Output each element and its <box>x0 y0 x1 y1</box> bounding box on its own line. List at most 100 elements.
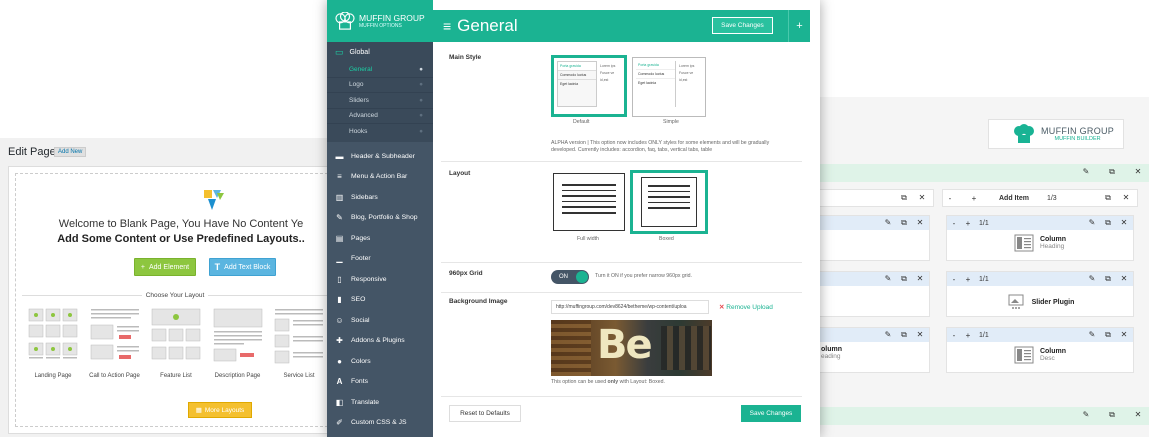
style-preview-text: Lorem ips Fusce ve id,est <box>600 64 616 82</box>
nav-social[interactable]: ☺ Social <box>327 310 433 331</box>
layout-landing-page[interactable]: Landing Page <box>26 307 80 379</box>
wrap-header: ⧉ ✕ <box>818 189 934 207</box>
nav-addons-plugins[interactable]: ✚ Addons & Plugins <box>327 331 433 352</box>
nav-colors[interactable]: ● Colors <box>327 351 433 372</box>
save-changes-bottom-button[interactable]: Save Changes <box>741 405 801 422</box>
close-icon[interactable]: ✕ <box>1131 410 1145 420</box>
nav-blog-portfolio-shop[interactable]: ✎ Blog, Portfolio & Shop <box>327 208 433 229</box>
builder-item[interactable]: ✎ ⧉ ✕ <box>818 215 930 261</box>
grid-toggle-state: ON <box>559 274 568 280</box>
clone-icon[interactable]: ⧉ <box>897 274 911 284</box>
close-icon[interactable]: ✕ <box>913 218 927 228</box>
nav-seo[interactable]: ▮ SEO <box>327 290 433 311</box>
remove-upload-button[interactable]: ✕ Remove Upload <box>719 303 773 311</box>
layout-boxed-option[interactable] <box>630 170 708 234</box>
edit-icon[interactable]: ✎ <box>881 274 895 284</box>
close-icon[interactable]: ✕ <box>1119 193 1133 203</box>
layout-description-page[interactable]: Description Page <box>211 307 265 379</box>
close-icon[interactable]: ✕ <box>915 193 929 203</box>
nav-menu-action-bar[interactable]: ≡ Menu & Action Bar <box>327 167 433 188</box>
more-layouts-button[interactable]: ▦ More Layouts <box>188 402 252 418</box>
decrease-size-button[interactable]: - <box>947 331 961 340</box>
layout-service-list[interactable]: Service List <box>272 307 326 379</box>
clone-icon[interactable]: ⧉ <box>897 193 911 203</box>
clone-icon[interactable]: ⧉ <box>1101 330 1115 340</box>
close-icon[interactable]: ✕ <box>913 274 927 284</box>
nav-sidebars[interactable]: ▥ Sidebars <box>327 187 433 208</box>
nav-sub-hooks[interactable]: Hooks ● <box>327 124 433 140</box>
edit-icon[interactable]: ✎ <box>1079 410 1093 420</box>
nav-custom-css-js[interactable]: ✐ Custom CSS & JS <box>327 413 433 434</box>
builder-item[interactable]: - + 1/1 ✎ ⧉ ✕ Column Desc <box>946 327 1134 373</box>
close-icon[interactable]: ✕ <box>1117 218 1131 228</box>
clone-icon[interactable]: ⧉ <box>1105 410 1119 420</box>
clone-icon[interactable]: ⧉ <box>897 330 911 340</box>
builder-item[interactable]: - + 1/1 ✎ ⧉ ✕ Column Heading <box>946 215 1134 261</box>
add-new-button[interactable]: Add New <box>54 147 87 157</box>
hamburger-icon[interactable]: ≡ <box>443 18 451 34</box>
close-icon[interactable]: ✕ <box>1131 167 1145 177</box>
main-style-default-option[interactable]: Porta gravida Commodo luctus Eget lacini… <box>551 55 627 117</box>
builder-logo-title: MUFFIN GROUP <box>1041 126 1115 136</box>
nav-header-subheader[interactable]: ▬ Header & Subheader <box>327 146 433 167</box>
nav-pages[interactable]: ▤ Pages <box>327 228 433 249</box>
code-icon: ✐ <box>336 418 343 428</box>
clone-icon[interactable]: ⧉ <box>1101 218 1115 228</box>
close-icon[interactable]: ✕ <box>1117 274 1131 284</box>
nav-sub-sliders[interactable]: Sliders ● <box>327 93 433 109</box>
decrease-size-button[interactable]: - <box>943 194 957 203</box>
clone-icon[interactable]: ⧉ <box>1101 274 1115 284</box>
column-icon <box>1014 234 1034 252</box>
clone-icon[interactable]: ⧉ <box>1105 167 1119 177</box>
nav-global[interactable]: ▭ Global <box>327 42 433 62</box>
font-icon: A <box>336 377 343 387</box>
increase-size-button[interactable]: + <box>967 194 981 203</box>
nav-footer[interactable]: ▁ Footer <box>327 249 433 270</box>
service-list-thumbnail-icon <box>274 309 323 364</box>
increase-size-button[interactable]: + <box>961 331 975 340</box>
layout-full-width-option[interactable] <box>553 173 625 231</box>
edit-icon[interactable]: ✎ <box>1085 274 1099 284</box>
nav-responsive[interactable]: ▯ Responsive <box>327 269 433 290</box>
add-element-button[interactable]: + Add Element <box>134 258 196 276</box>
reset-defaults-button[interactable]: Reset to Defaults <box>449 405 521 422</box>
expand-button[interactable]: + <box>788 10 810 42</box>
edit-icon[interactable]: ✎ <box>1085 330 1099 340</box>
layout-feature-list[interactable]: Feature List <box>149 307 203 379</box>
layout-call-to-action[interactable]: Call to Action Page <box>88 307 142 379</box>
clone-icon[interactable]: ⧉ <box>897 218 911 228</box>
grid-toggle[interactable]: ON <box>551 270 589 284</box>
layout-label: Layout <box>449 170 471 177</box>
item-title: olumn <box>821 346 842 353</box>
close-icon[interactable]: ✕ <box>1117 330 1131 340</box>
edit-icon[interactable]: ✎ <box>881 218 895 228</box>
decrease-size-button[interactable]: - <box>947 219 961 228</box>
background-image-url-input[interactable]: http://muffingroup.com/dev8624/betheme/w… <box>551 300 709 314</box>
increase-size-button[interactable]: + <box>961 219 975 228</box>
decrease-size-button[interactable]: - <box>947 275 961 284</box>
more-layouts-label: More Layouts <box>204 406 245 414</box>
background-image-note: This option can be used only with Layout… <box>551 379 665 385</box>
builder-item[interactable]: ✎ ⧉ ✕ <box>818 271 930 317</box>
global-icon: ▭ <box>335 46 344 57</box>
item-size-label: 1/1 <box>979 331 989 339</box>
edit-icon[interactable]: ✎ <box>1079 167 1093 177</box>
save-changes-button[interactable]: Save Changes <box>712 17 773 34</box>
increase-size-button[interactable]: + <box>961 275 975 284</box>
clone-icon[interactable]: ⧉ <box>1101 193 1115 203</box>
close-icon[interactable]: ✕ <box>913 330 927 340</box>
builder-item[interactable]: - + 1/1 ✎ ⧉ ✕ Slider Plugin <box>946 271 1134 317</box>
nav-sub-general[interactable]: General ● <box>327 62 433 78</box>
edit-icon[interactable]: ✎ <box>881 330 895 340</box>
sidebar-icon: ▥ <box>335 192 344 202</box>
plus-icon: + <box>140 263 145 271</box>
add-item-button[interactable]: Add Item <box>999 195 1029 202</box>
nav-sub-advanced[interactable]: Advanced ● <box>327 109 433 124</box>
nav-translate[interactable]: ◧ Translate <box>327 392 433 413</box>
builder-item[interactable]: ✎ ⧉ ✕ olumn eading <box>818 327 930 373</box>
nav-sub-logo[interactable]: Logo ● <box>327 78 433 93</box>
add-text-block-button[interactable]: T Add Text Block <box>209 258 276 276</box>
main-style-simple-option[interactable]: Porta gravida Commodo luctus Eget lacini… <box>632 57 706 117</box>
nav-fonts[interactable]: A Fonts <box>327 372 433 393</box>
edit-icon[interactable]: ✎ <box>1085 218 1099 228</box>
